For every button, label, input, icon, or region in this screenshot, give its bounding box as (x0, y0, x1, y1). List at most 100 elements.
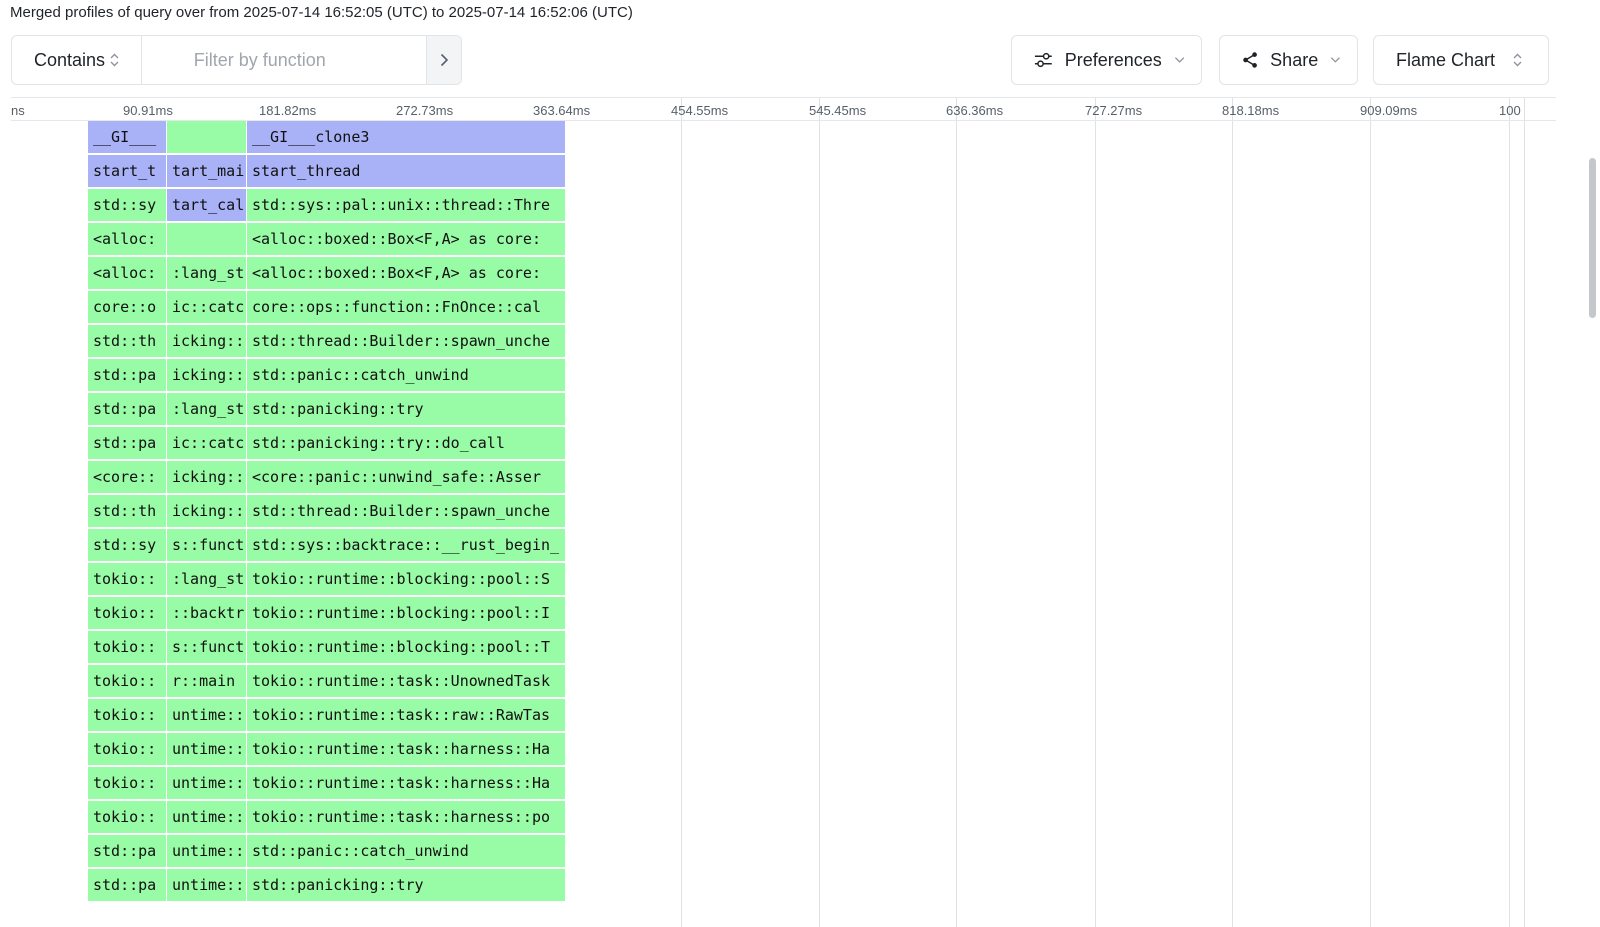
flame-frame[interactable]: s::funct (167, 631, 246, 663)
filter-group: Contains (11, 35, 462, 85)
chevron-down-icon (1331, 57, 1341, 63)
flame-frame[interactable]: untime:: (167, 869, 246, 901)
flame-frame[interactable]: tokio:: (88, 665, 166, 697)
flame-frame[interactable]: tokio::runtime::blocking::pool::S (247, 563, 565, 595)
flame-chart[interactable]: ns 90.91ms 181.82ms 272.73ms 363.64ms 454.55m… (11, 97, 1556, 927)
flame-frame[interactable]: :lang_st (167, 257, 246, 289)
flame-frame[interactable]: icking:: (167, 495, 246, 527)
flame-frame[interactable]: <alloc::boxed::Box<F,A> as core: (247, 223, 565, 255)
axis-gridline (1232, 97, 1233, 927)
flame-frame[interactable]: std::thread::Builder::spawn_unche (247, 325, 565, 357)
flame-frame[interactable]: <alloc: (88, 257, 166, 289)
contains-select[interactable]: Contains (12, 36, 142, 84)
flame-frame[interactable]: icking:: (167, 359, 246, 391)
flame-frame[interactable]: std::sy (88, 189, 166, 221)
flame-frame[interactable]: std::pa (88, 359, 166, 391)
flame-frame[interactable]: core::o (88, 291, 166, 323)
flame-frame[interactable]: ic::catc (167, 291, 246, 323)
axis-tick-label: 545.45ms (809, 103, 867, 118)
flame-frame[interactable]: tokio:: (88, 631, 166, 663)
flame-frame[interactable]: tokio::runtime::task::harness::Ha (247, 767, 565, 799)
filter-submit-button[interactable] (425, 36, 461, 84)
view-mode-select[interactable]: Flame Chart (1373, 35, 1549, 85)
sliders-icon (1034, 52, 1052, 68)
flame-frame[interactable]: ::backtr (167, 597, 246, 629)
flame-frame[interactable]: std::panicking::try (247, 393, 565, 425)
axis-gridline (681, 97, 682, 927)
flame-frame[interactable]: untime:: (167, 801, 246, 833)
flame-frame[interactable]: r::main (167, 665, 246, 697)
flame-frame[interactable]: core::ops::function::FnOnce::cal (247, 291, 565, 323)
flame-frame[interactable]: :lang_st (167, 393, 246, 425)
updown-chevron-icon (1513, 53, 1522, 67)
axis-gridline (956, 97, 957, 927)
flame-frame[interactable]: s::funct (167, 529, 246, 561)
flame-frame[interactable]: std::panicking::try (247, 869, 565, 901)
flame-frame[interactable]: icking:: (167, 461, 246, 493)
flame-frame[interactable]: untime:: (167, 733, 246, 765)
flame-frame[interactable]: tokio::runtime::task::harness::Ha (247, 733, 565, 765)
axis-tick-label: 363.64ms (533, 103, 591, 118)
flame-frame[interactable]: <alloc::boxed::Box<F,A> as core: (247, 257, 565, 289)
flame-frame[interactable]: untime:: (167, 835, 246, 867)
flame-frame[interactable]: <alloc: (88, 223, 166, 255)
flame-frame[interactable]: <core::panic::unwind_safe::Asser (247, 461, 565, 493)
flame-frame[interactable]: std::pa (88, 869, 166, 901)
flame-frame[interactable]: untime:: (167, 699, 246, 731)
flame-frame[interactable] (167, 223, 246, 255)
share-label: Share (1270, 49, 1319, 70)
flame-frame[interactable]: untime:: (167, 767, 246, 799)
flame-frame[interactable]: std::panic::catch_unwind (247, 359, 565, 391)
flame-frame[interactable]: start_t (88, 155, 166, 187)
flame-frame[interactable]: tokio:: (88, 801, 166, 833)
flame-frame[interactable]: std::th (88, 325, 166, 357)
flame-frame[interactable]: tokio::runtime::blocking::pool::I (247, 597, 565, 629)
flame-frame[interactable]: std::sys::pal::unix::thread::Thre (247, 189, 565, 221)
flame-frame[interactable]: std::sys::backtrace::__rust_begin_ (247, 529, 565, 561)
flame-frame[interactable]: tart_cal (167, 189, 246, 221)
flame-frame[interactable]: std::pa (88, 393, 166, 425)
flame-frame[interactable]: tokio:: (88, 597, 166, 629)
flame-frame[interactable]: tokio:: (88, 563, 166, 595)
axis-tick-label: 636.36ms (946, 103, 1004, 118)
flame-frame[interactable]: start_thread (247, 155, 565, 187)
filter-input[interactable] (141, 36, 426, 84)
flame-frame[interactable]: tokio::runtime::task::raw::RawTas (247, 699, 565, 731)
axis-tick-label: 272.73ms (396, 103, 454, 118)
flame-frame[interactable]: std::sy (88, 529, 166, 561)
preferences-button[interactable]: Preferences (1011, 35, 1202, 85)
flame-frame[interactable]: tokio::runtime::task::harness::po (247, 801, 565, 833)
flame-frame[interactable]: :lang_st (167, 563, 246, 595)
axis-tick-label: 818.18ms (1222, 103, 1280, 118)
flame-frame[interactable]: icking:: (167, 325, 246, 357)
flame-frame[interactable]: __GI___clone3 (247, 121, 565, 153)
flame-frame[interactable]: <core:: (88, 461, 166, 493)
flame-frame[interactable]: tokio::runtime::task::UnownedTask (247, 665, 565, 697)
flame-frame[interactable]: std::th (88, 495, 166, 527)
flame-frame[interactable]: std::panicking::try::do_call (247, 427, 565, 459)
flame-frame[interactable]: tokio:: (88, 733, 166, 765)
flame-frame[interactable] (167, 121, 246, 153)
flame-frame[interactable]: ic::catc (167, 427, 246, 459)
share-icon (1243, 52, 1257, 68)
flame-frame[interactable]: std::pa (88, 835, 166, 867)
flame-frame[interactable]: std::thread::Builder::spawn_unche (247, 495, 565, 527)
flame-frame[interactable]: __GI___ (88, 121, 166, 153)
flame-frame[interactable]: tart_mai (167, 155, 246, 187)
flame-frame[interactable]: tokio::runtime::blocking::pool::T (247, 631, 565, 663)
time-axis: ns 90.91ms 181.82ms 272.73ms 363.64ms 454.55m… (11, 97, 1556, 121)
axis-tick-label: 727.27ms (1085, 103, 1143, 118)
flame-frame[interactable]: std::pa (88, 427, 166, 459)
vertical-scrollbar[interactable] (1589, 158, 1596, 318)
axis-tick-label: 909.09ms (1360, 103, 1418, 118)
flame-frame[interactable]: tokio:: (88, 699, 166, 731)
preferences-label: Preferences (1064, 49, 1162, 70)
axis-tick-label: ns (11, 103, 25, 118)
axis-gridline (1370, 97, 1371, 927)
axis-tick-label: 181.82ms (259, 103, 317, 118)
page-title: Merged profiles of query over from 2025-… (10, 4, 633, 21)
contains-label: Contains (34, 49, 106, 70)
share-button[interactable]: Share (1219, 35, 1358, 85)
flame-frame[interactable]: std::panic::catch_unwind (247, 835, 565, 867)
flame-frame[interactable]: tokio:: (88, 767, 166, 799)
